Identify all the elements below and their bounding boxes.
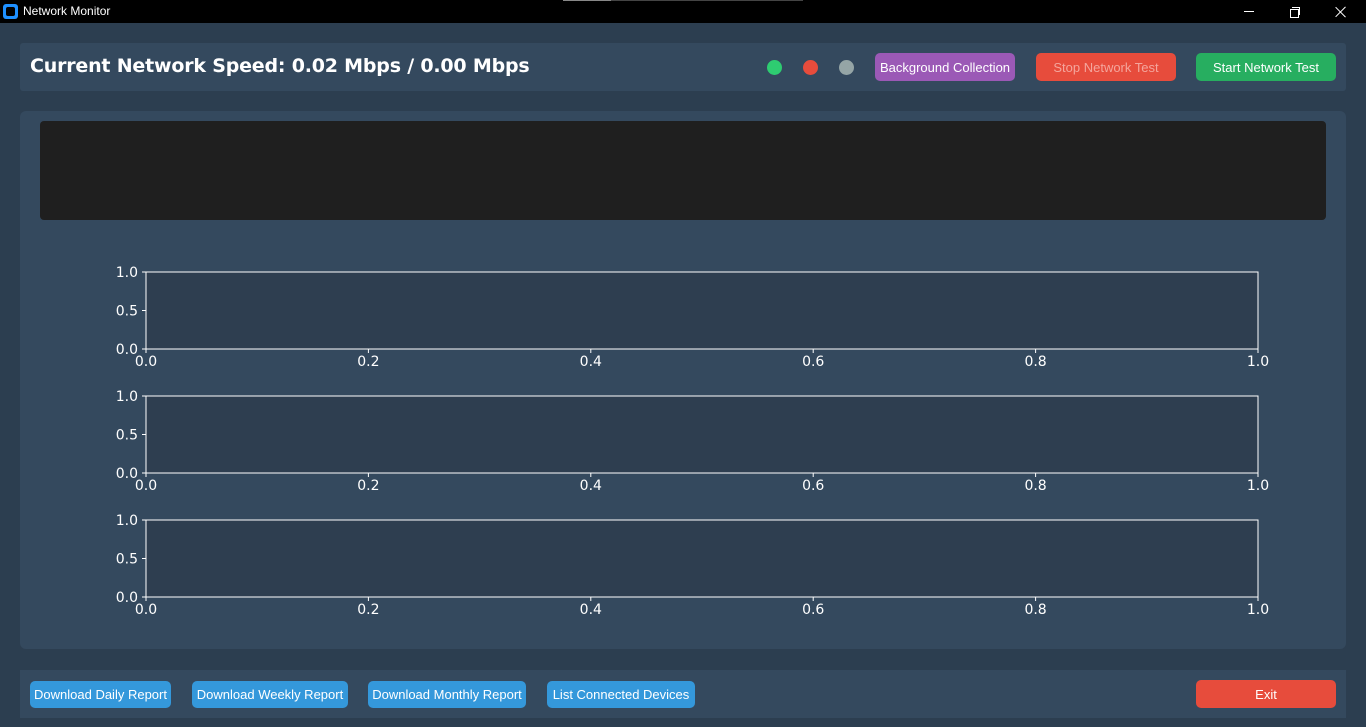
window-titlebar: Network Monitor <box>0 0 1366 23</box>
app-icon <box>3 4 18 19</box>
green-status-indicator <box>767 60 782 75</box>
main-panel: 0.0 0.2 0.4 0.6 0.8 1.0 0.0 0.5 1.0 0.0 0.2 0.4 0.6 0… <box>20 111 1346 649</box>
header-panel: Current Network Speed: 0.02 Mbps / 0.00 … <box>20 43 1346 91</box>
y-tick-label: 0.5 <box>116 304 138 320</box>
x-tick-label: 0.6 <box>802 354 824 370</box>
restore-icon <box>1290 6 1300 18</box>
chart-1-plot-frame <box>145 271 1259 350</box>
x-tick-label: 0.4 <box>580 354 602 370</box>
y-tick-label: 0.5 <box>116 428 138 444</box>
x-tick-label: 0.4 <box>580 602 602 618</box>
chart-3-plot-frame <box>145 519 1259 598</box>
close-button[interactable] <box>1318 0 1364 23</box>
y-tick-label: 0.0 <box>116 466 138 482</box>
stop-network-test-button[interactable]: Stop Network Test <box>1036 53 1176 81</box>
restore-button[interactable] <box>1272 0 1318 23</box>
current-speed-label: Current Network Speed: 0.02 Mbps / 0.00 … <box>30 55 530 77</box>
download-monthly-report-button[interactable]: Download Monthly Report <box>368 681 526 708</box>
y-tick-label: 0.0 <box>116 342 138 358</box>
y-tick-label: 0.0 <box>116 590 138 606</box>
download-weekly-report-button[interactable]: Download Weekly Report <box>192 681 348 708</box>
titlebar-scroll-indicator <box>563 0 803 1</box>
gray-status-indicator <box>839 60 854 75</box>
y-tick-label: 1.0 <box>116 389 138 405</box>
start-network-test-button[interactable]: Start Network Test <box>1196 53 1336 81</box>
x-tick-label: 0.6 <box>802 478 824 494</box>
x-tick-label: 0.2 <box>357 602 379 618</box>
x-tick-label: 0.6 <box>802 602 824 618</box>
minimize-icon <box>1244 11 1254 12</box>
x-tick-label: 0.8 <box>1024 602 1046 618</box>
chart-2-plot-frame <box>145 395 1259 474</box>
y-tick-label: 0.5 <box>116 552 138 568</box>
exit-button[interactable]: Exit <box>1196 680 1336 708</box>
x-tick-label: 0.0 <box>135 354 157 370</box>
charts-area: 0.0 0.2 0.4 0.6 0.8 1.0 0.0 0.5 1.0 0.0 0.2 0.4 0.6 0… <box>116 265 1269 618</box>
download-daily-report-button[interactable]: Download Daily Report <box>30 681 171 708</box>
x-tick-label: 0.4 <box>580 478 602 494</box>
x-tick-label: 1.0 <box>1247 602 1269 618</box>
x-tick-label: 0.2 <box>357 478 379 494</box>
window-title: Network Monitor <box>23 4 111 18</box>
y-tick-label: 1.0 <box>116 513 138 529</box>
x-tick-label: 1.0 <box>1247 478 1269 494</box>
footer-panel: Download Daily Report Download Weekly Re… <box>20 670 1346 718</box>
x-tick-label: 0.0 <box>135 478 157 494</box>
background-collection-button[interactable]: Background Collection <box>875 53 1015 81</box>
x-tick-label: 0.8 <box>1024 354 1046 370</box>
x-tick-label: 0.2 <box>357 354 379 370</box>
list-connected-devices-button[interactable]: List Connected Devices <box>547 681 695 708</box>
x-tick-label: 1.0 <box>1247 354 1269 370</box>
close-icon <box>1335 6 1347 18</box>
y-tick-label: 1.0 <box>116 265 138 281</box>
minimize-button[interactable] <box>1226 0 1272 23</box>
x-tick-label: 0.8 <box>1024 478 1046 494</box>
x-tick-label: 0.0 <box>135 602 157 618</box>
red-status-indicator <box>803 60 818 75</box>
